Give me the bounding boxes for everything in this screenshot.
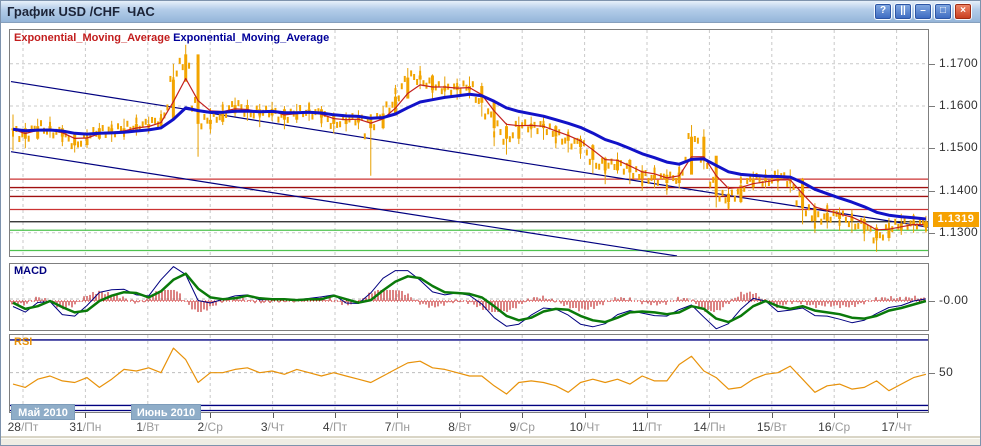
window-title: График USD /CHF ЧАС: [7, 4, 155, 19]
legend-ema-fast-label: Exponential_Moving_Average: [14, 32, 170, 44]
macd-signal-line: [13, 274, 926, 322]
date-tick: [897, 413, 898, 418]
trend-line: [11, 152, 677, 256]
price-plot[interactable]: [10, 30, 928, 256]
date-tick: [834, 413, 835, 418]
rsi-axis-label: 50: [939, 365, 953, 379]
date-tick: [709, 413, 710, 418]
window-bottom-edge: [1, 438, 980, 446]
axis-tick: [929, 64, 935, 65]
date-tick: [647, 413, 648, 418]
rsi-panel[interactable]: RSI: [9, 334, 929, 413]
axis-tick: [929, 301, 935, 302]
date-tick: [210, 413, 211, 418]
axis-tick: [929, 191, 935, 192]
date-tick-label: 1/Вт: [116, 420, 180, 434]
date-tick-label: 11/Пт: [615, 420, 679, 434]
indicator-legend: Exponential_Moving_Average Exponential_M…: [14, 32, 329, 44]
axis-tick: [929, 148, 935, 149]
month-badge: Май 2010: [11, 404, 75, 420]
price-tick-label: 1.1500: [939, 140, 978, 154]
date-tick-label: 4/Пт: [303, 420, 367, 434]
date-tick-label: 10/Чт: [553, 420, 617, 434]
date-tick: [335, 413, 336, 418]
date-tick-label: 31/Пн: [53, 420, 117, 434]
date-tick: [772, 413, 773, 418]
price-panel[interactable]: Exponential_Moving_Average Exponential_M…: [9, 29, 929, 257]
ema-slow-line: [13, 94, 926, 219]
axis-tick: [929, 106, 935, 107]
date-tick-label: 7/Пн: [365, 420, 429, 434]
macd-plot[interactable]: [10, 264, 928, 330]
rsi-line: [13, 348, 926, 394]
date-tick-label: 28/Пт: [0, 420, 55, 434]
price-tick-label: 1.1600: [939, 98, 978, 112]
date-tick-label: 2/Ср: [178, 420, 242, 434]
date-tick: [460, 413, 461, 418]
date-tick-label: 16/Ср: [802, 420, 866, 434]
price-tick-label: 1.1400: [939, 183, 978, 197]
rsi-label: RSI: [14, 336, 32, 348]
trend-line: [11, 82, 928, 228]
value-axis: 1.1319 -0.00 50 1.17001.16001.15001.1400…: [929, 1, 981, 438]
date-tick-label: 15/Вт: [740, 420, 804, 434]
date-tick-label: 14/Пн: [677, 420, 741, 434]
current-price-marker: [923, 222, 928, 227]
axis-tick: [929, 233, 935, 234]
titlebar[interactable]: График USD /CHF ЧАС ? || – □ ×: [1, 1, 980, 23]
legend-ema-slow-label: Exponential_Moving_Average: [173, 32, 329, 44]
date-tick: [522, 413, 523, 418]
price-tick-label: 1.1700: [939, 56, 978, 70]
macd-label: MACD: [14, 265, 47, 277]
macd-panel[interactable]: MACD: [9, 263, 929, 331]
macd-axis-label: -0.00: [939, 293, 968, 307]
date-tick-label: 3/Чт: [241, 420, 305, 434]
date-tick-label: 9/Ср: [490, 420, 554, 434]
date-tick-label: 17/Чт: [865, 420, 929, 434]
date-tick: [273, 413, 274, 418]
chart-window: График USD /CHF ЧАС ? || – □ × Exponenti…: [0, 0, 981, 446]
date-tick: [85, 413, 86, 418]
date-tick-label: 8/Вт: [428, 420, 492, 434]
axis-tick: [929, 373, 935, 374]
help-button[interactable]: ?: [874, 3, 892, 20]
date-tick: [397, 413, 398, 418]
pin-button[interactable]: ||: [894, 3, 912, 20]
rsi-plot[interactable]: [10, 335, 928, 412]
date-tick: [585, 413, 586, 418]
price-tick-label: 1.1300: [939, 225, 978, 239]
month-badge: Июнь 2010: [131, 404, 201, 420]
